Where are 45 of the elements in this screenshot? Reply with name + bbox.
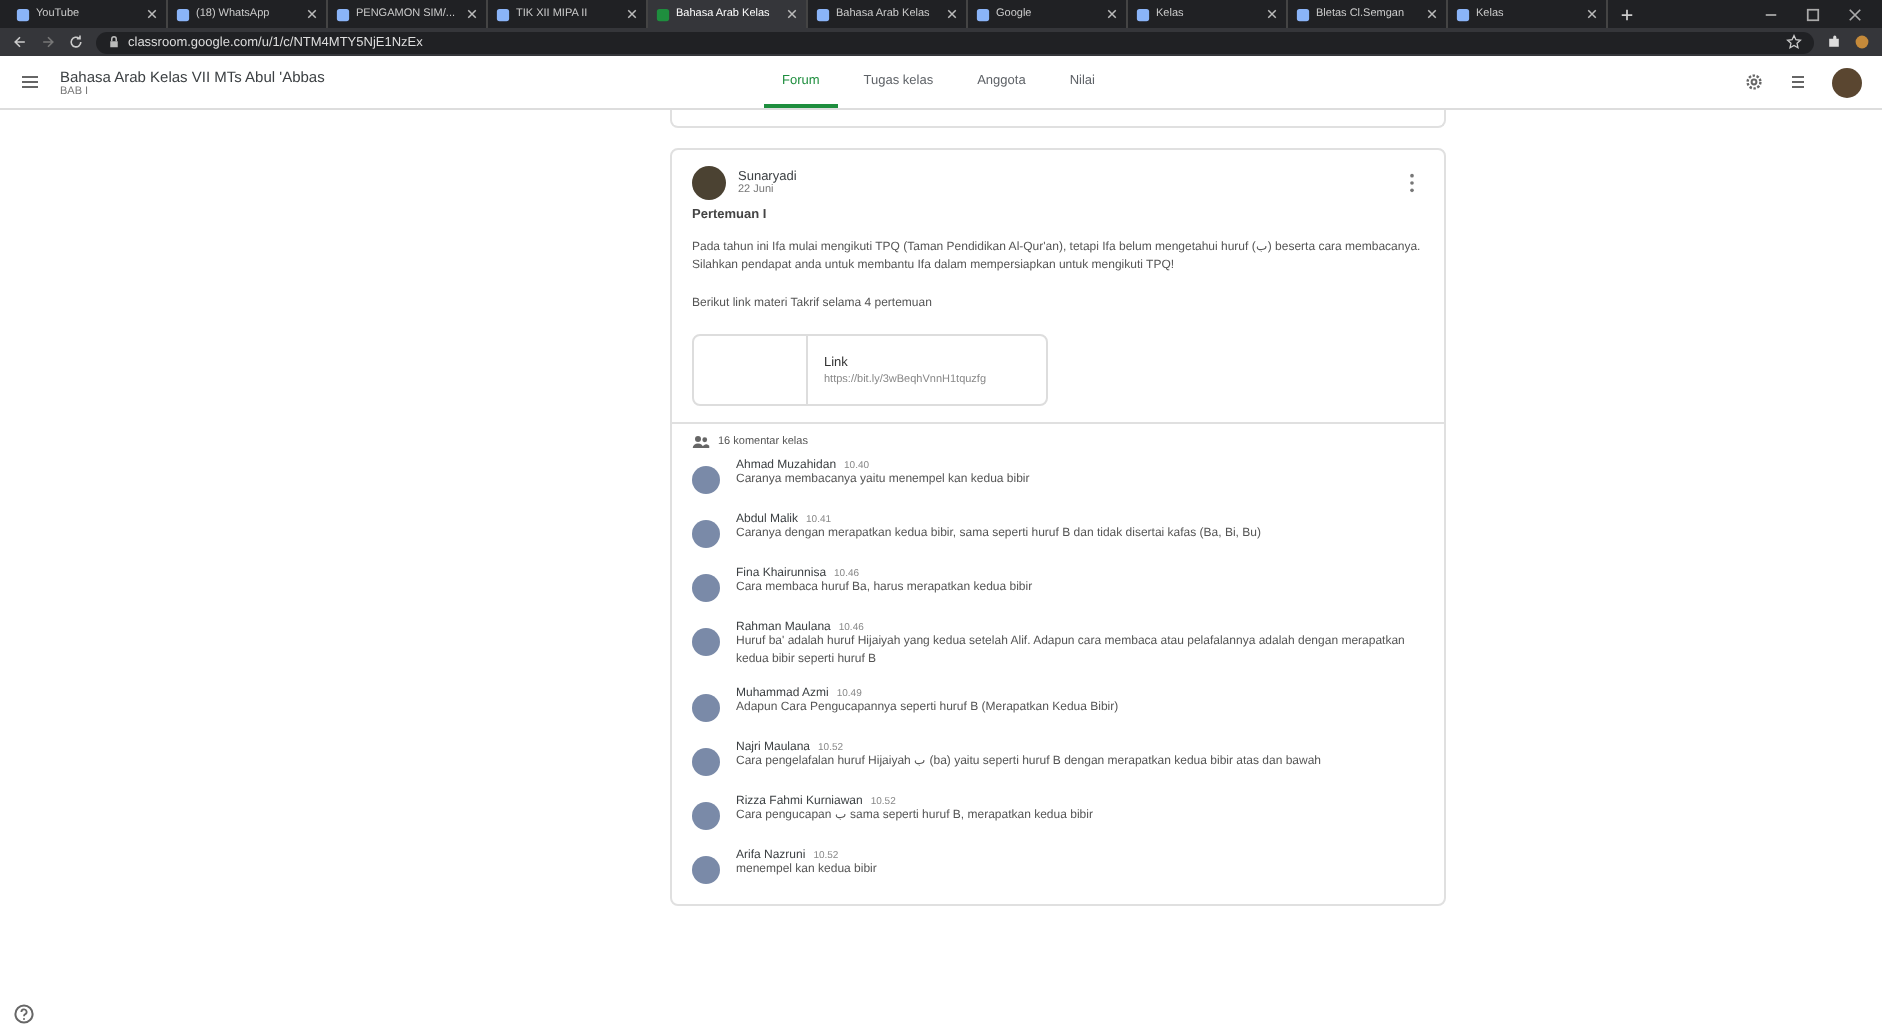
settings-icon[interactable] (1744, 72, 1764, 92)
commenter-avatar (692, 856, 720, 884)
commenter-avatar (692, 466, 720, 494)
profile-icon[interactable] (1854, 34, 1870, 50)
page-icon (976, 7, 990, 21)
page-icon (816, 7, 830, 21)
page-icon (336, 7, 350, 21)
page-icon (1456, 7, 1470, 21)
author-avatar (692, 166, 726, 200)
lock-icon (108, 36, 120, 48)
people-icon (692, 434, 710, 450)
close-icon[interactable] (786, 8, 798, 20)
page-icon (176, 7, 190, 21)
commenter-avatar (692, 694, 720, 722)
page-icon (16, 7, 30, 21)
help-icon[interactable] (14, 1004, 34, 1024)
commenter-avatar (692, 574, 720, 602)
close-icon[interactable] (1106, 8, 1118, 20)
extensions-icon[interactable] (1826, 34, 1842, 50)
close-icon[interactable] (466, 8, 478, 20)
commenter-avatar (692, 802, 720, 830)
commenter-avatar (692, 520, 720, 548)
close-icon[interactable] (1848, 7, 1862, 21)
close-icon[interactable] (1266, 8, 1278, 20)
page-icon (1296, 7, 1310, 21)
page-icon (1136, 7, 1150, 21)
close-icon[interactable] (1586, 8, 1598, 20)
reload-icon[interactable] (68, 34, 84, 50)
commenter-avatar (692, 628, 720, 656)
more-options-icon[interactable] (1408, 172, 1416, 194)
forward-icon[interactable] (40, 34, 56, 50)
back-icon[interactable] (12, 34, 28, 50)
close-icon[interactable] (946, 8, 958, 20)
avatar[interactable] (1832, 67, 1862, 97)
close-icon[interactable] (306, 8, 318, 20)
page-icon (656, 7, 670, 21)
star-icon[interactable] (1786, 34, 1802, 50)
new-tab-icon[interactable] (1620, 7, 1634, 21)
close-icon[interactable] (146, 8, 158, 20)
menu-icon[interactable] (20, 72, 40, 92)
commenter-avatar (692, 748, 720, 776)
maximize-icon[interactable] (1806, 7, 1820, 21)
page-icon (496, 7, 510, 21)
close-icon[interactable] (1426, 8, 1438, 20)
close-icon[interactable] (626, 8, 638, 20)
